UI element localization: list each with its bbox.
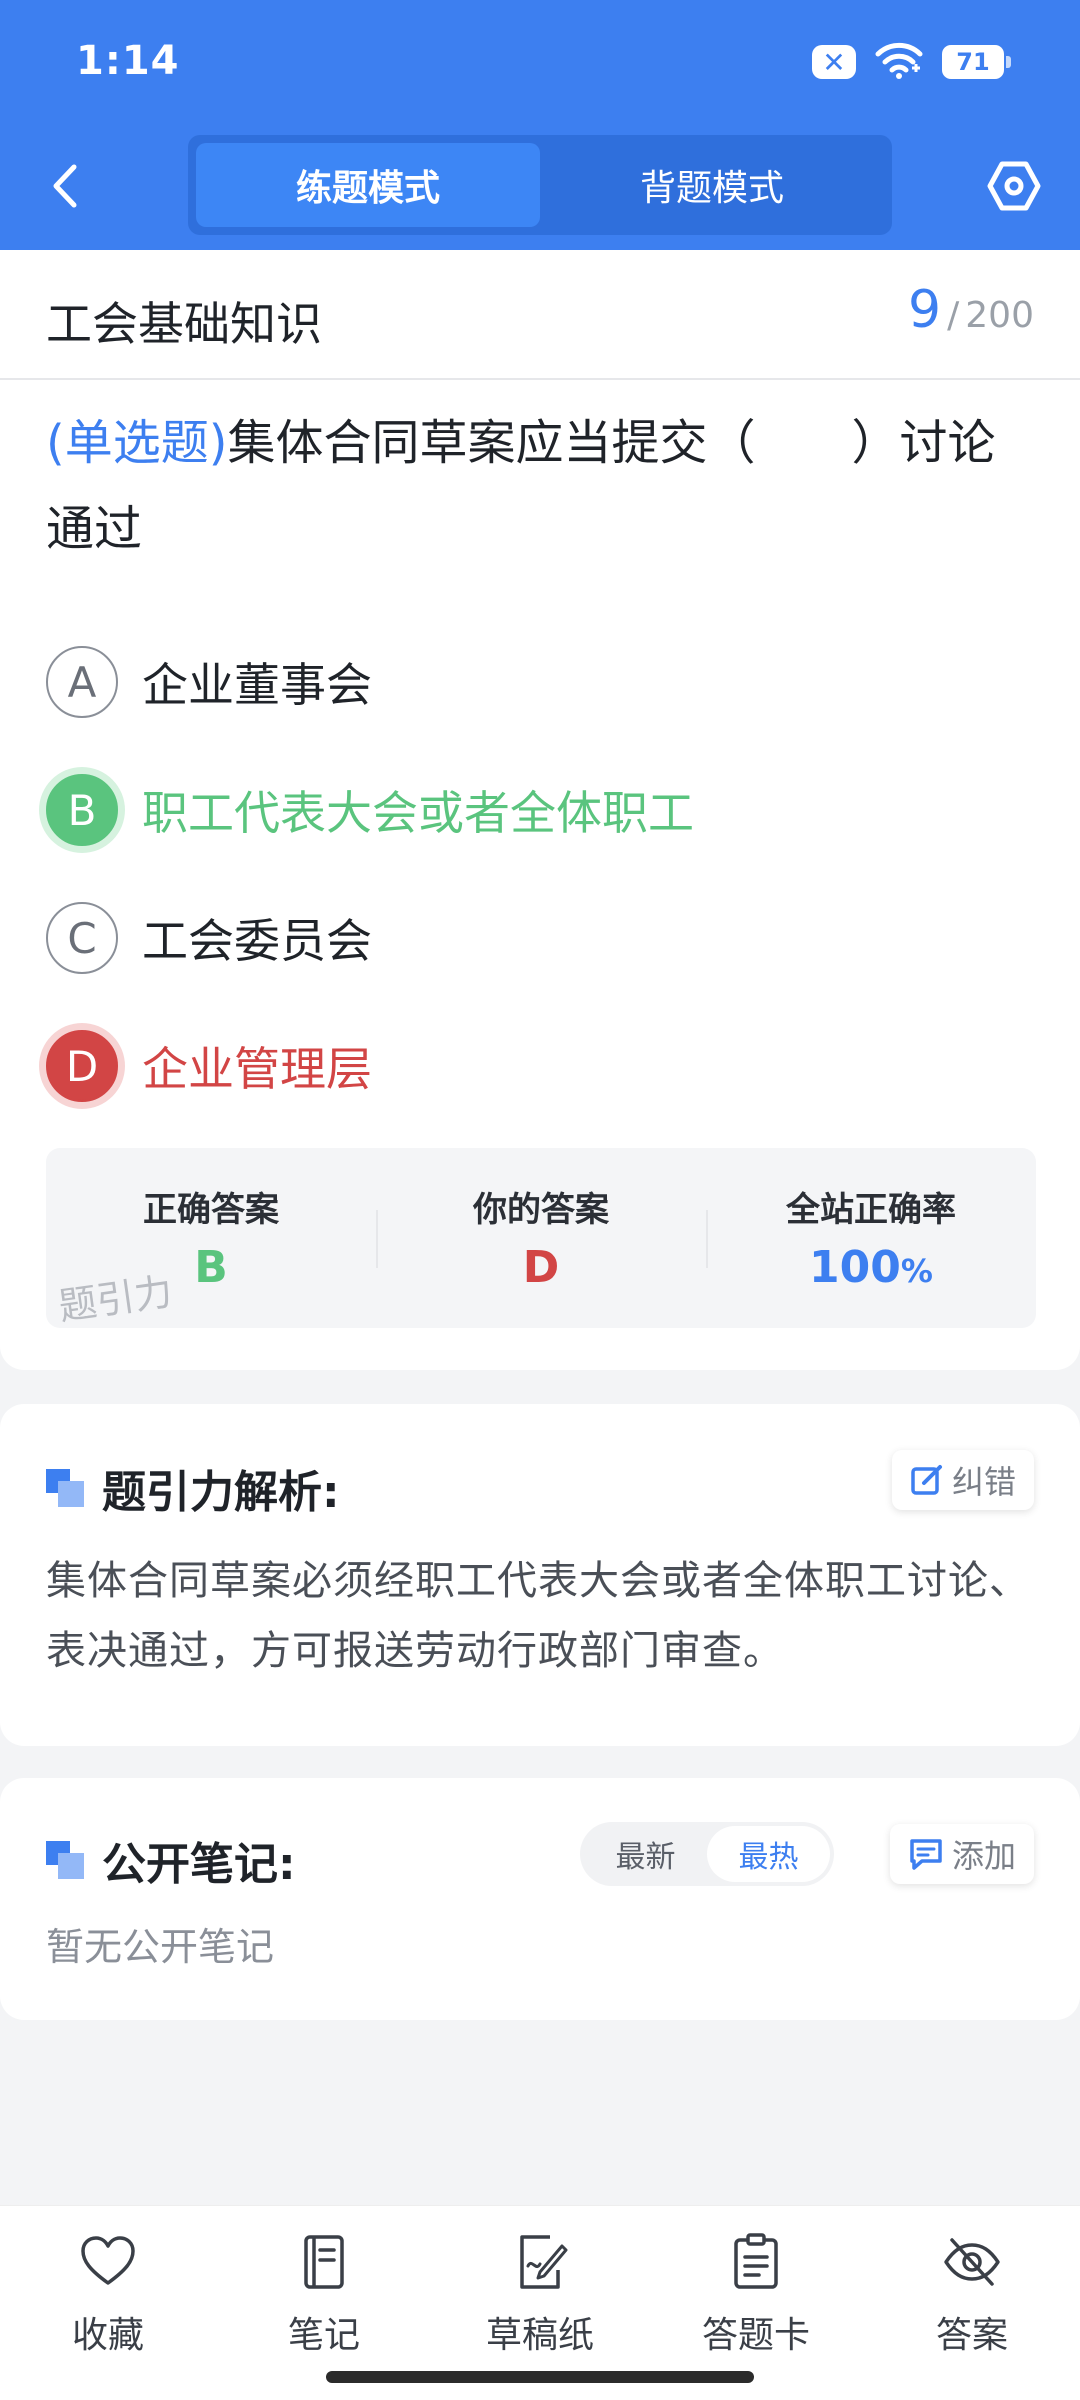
sort-hot[interactable]: 最热	[707, 1826, 830, 1882]
draft-paper-label: 草稿纸	[485, 2315, 594, 2356]
your-answer-value: D	[522, 1242, 560, 1293]
report-error-button[interactable]: 纠错	[891, 1450, 1034, 1510]
answer-summary: 正确答案 B 题引力 你的答案 D 全站正确率 100%	[46, 1148, 1036, 1329]
nav-bar: 练题模式 背题模式	[0, 130, 1080, 240]
edit-icon	[911, 1465, 942, 1495]
battery-level: 71	[956, 48, 990, 76]
sort-latest[interactable]: 最新	[584, 1826, 707, 1882]
option-text: 工会委员会	[142, 914, 372, 968]
option-letter: B	[46, 774, 118, 846]
analysis-card: 题引力解析: 纠错 集体合同草案必须经职工代表大会或者全体职工讨论、表决通过，方…	[0, 1404, 1080, 1746]
favorite-label: 收藏	[71, 2315, 144, 2356]
accuracy-value: 100%	[706, 1242, 1036, 1293]
question-progress[interactable]: 9 / 200	[908, 280, 1034, 340]
option-text: 职工代表大会或者全体职工	[142, 786, 694, 840]
option-letter: D	[46, 1030, 118, 1102]
notes-sort-toggle: 最新 最热	[580, 1822, 834, 1886]
option-a[interactable]: A 企业董事会	[46, 644, 372, 720]
status-icons: ✕ 71	[812, 40, 1011, 84]
app-header: 1:14 ✕ 71 练题模式 背题模式	[0, 0, 1080, 250]
analysis-text: 集体合同草案必须经职工代表大会或者全体职工讨论、表决通过，方可报送劳动行政部门审…	[46, 1558, 1030, 1674]
favorite-button[interactable]: 收藏	[0, 2206, 216, 2400]
battery-icon: 71	[942, 45, 1011, 79]
your-answer-label: 你的答案	[473, 1190, 609, 1230]
option-letter: A	[46, 646, 118, 718]
option-text: 企业管理层	[142, 1042, 372, 1096]
total-question-count: 200	[965, 295, 1034, 336]
question-card: 工会基础知识 9 / 200 (单选题)集体合同草案应当提交（ ）讨论通过 A …	[0, 250, 1080, 1370]
progress-separator: /	[947, 295, 960, 336]
current-question-number: 9	[908, 280, 942, 340]
subject-title: 工会基础知识	[46, 297, 322, 351]
answer-card-icon	[734, 2233, 778, 2289]
heart-icon	[81, 2236, 135, 2285]
tab-practice-mode[interactable]: 练题模式	[196, 143, 540, 227]
notes-card: 公开笔记: 最新 最热 添加 暂无公开笔记	[0, 1778, 1080, 2020]
add-note-button[interactable]: 添加	[889, 1824, 1034, 1884]
question-type: (单选题)	[46, 415, 228, 471]
question-stem: (单选题)集体合同草案应当提交（ ）讨论通过	[46, 400, 1036, 572]
wifi-icon	[874, 40, 924, 84]
accuracy-block: 全站正确率 100%	[706, 1148, 1036, 1328]
notification-x-icon: ✕	[812, 45, 856, 79]
accuracy-label: 全站正确率	[786, 1190, 956, 1230]
answer-card-label: 答题卡	[701, 2315, 810, 2356]
analysis-header: 题引力解析:	[46, 1456, 340, 1520]
option-c[interactable]: C 工会委员会	[46, 900, 372, 976]
your-answer-block: 你的答案 D	[376, 1148, 706, 1328]
option-d[interactable]: D 企业管理层	[46, 1028, 372, 1104]
notebook-icon	[304, 2235, 344, 2289]
draft-paper-icon	[520, 2235, 568, 2289]
notes-header: 公开笔记:	[46, 1828, 296, 1892]
section-squares-icon	[46, 1469, 84, 1507]
eye-off-icon	[944, 2238, 1000, 2286]
notes-label: 笔记	[287, 2315, 360, 2356]
report-error-label: 纠错	[951, 1463, 1016, 1501]
section-squares-icon	[46, 1841, 84, 1879]
show-answer-label: 答案	[935, 2315, 1008, 2356]
hexagon-gear-icon	[987, 161, 1041, 211]
settings-button[interactable]	[984, 156, 1044, 216]
option-b[interactable]: B 职工代表大会或者全体职工	[46, 772, 694, 848]
analysis-title: 题引力解析:	[102, 1467, 340, 1518]
status-bar: 1:14 ✕ 71	[0, 0, 1080, 120]
add-note-label: 添加	[951, 1837, 1016, 1875]
back-button[interactable]	[42, 158, 86, 214]
chevron-left-icon	[53, 164, 77, 208]
accuracy-number: 100	[809, 1242, 901, 1293]
mode-switch: 练题模式 背题模式	[188, 135, 892, 235]
notes-title: 公开笔记:	[102, 1839, 296, 1890]
empty-notes-text: 暂无公开笔记	[46, 1925, 275, 1969]
correct-answer-label: 正确答案	[143, 1190, 279, 1230]
home-indicator[interactable]	[326, 2371, 754, 2383]
accuracy-unit: %	[900, 1252, 933, 1290]
option-text: 企业董事会	[142, 658, 372, 712]
comment-icon	[910, 1839, 942, 1870]
show-answer-button[interactable]: 答案	[864, 2206, 1080, 2400]
status-time: 1:14	[76, 38, 180, 84]
tab-memorize-mode[interactable]: 背题模式	[540, 143, 884, 227]
option-letter: C	[46, 902, 118, 974]
subject-row: 工会基础知识 9 / 200	[0, 250, 1080, 380]
correct-answer-block: 正确答案 B 题引力	[46, 1148, 376, 1329]
